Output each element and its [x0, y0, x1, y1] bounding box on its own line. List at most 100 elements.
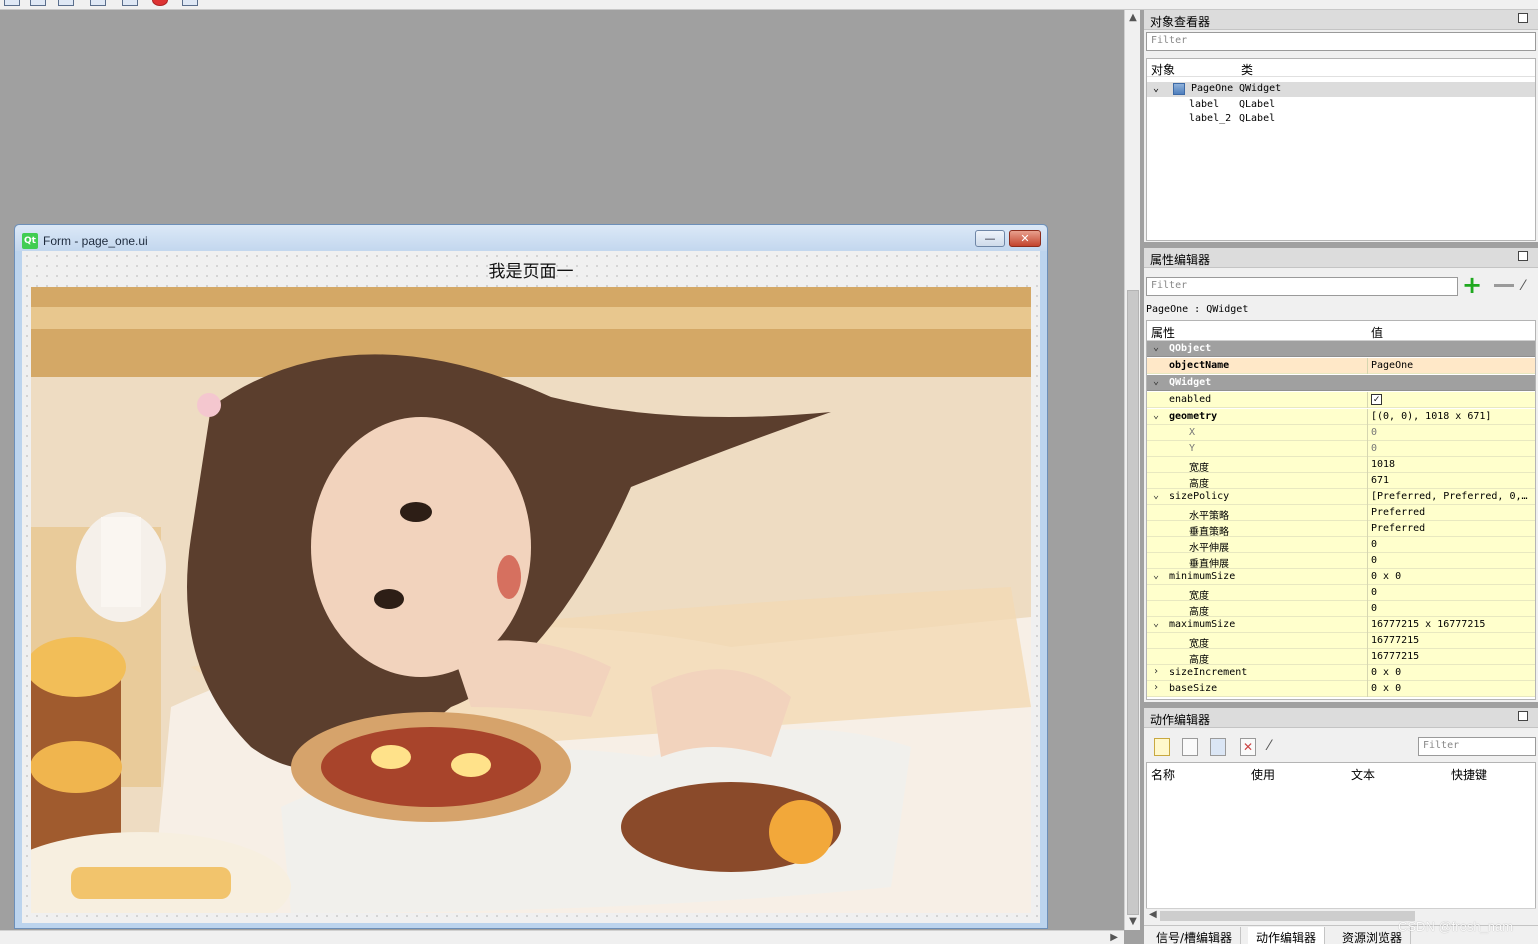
shortcut-column-header[interactable]: 快捷键: [1451, 766, 1487, 783]
property-row-hpolicy[interactable]: 水平策略 Preferred: [1147, 505, 1535, 522]
tab-signal-slot-editor[interactable]: 信号/槽编辑器: [1148, 927, 1242, 944]
widget-icon: [1173, 83, 1185, 95]
action-editor-title: 动作编辑器: [1150, 713, 1211, 727]
tree-row-label[interactable]: label QLabel: [1147, 98, 1535, 113]
scroll-down-icon[interactable]: ▼: [1125, 914, 1141, 930]
form-title: Form - page_one.ui: [43, 234, 148, 248]
property-table-header: 属性 值: [1147, 321, 1535, 341]
canvas-horizontal-scrollbar[interactable]: ▶: [0, 930, 1124, 944]
object-inspector-panel: 对象查看器 Filter 对象 类 ⌄ PageOne QWidget labe…: [1144, 10, 1538, 242]
configure-icon[interactable]: ⁄: [1522, 278, 1524, 294]
property-editor-panel: 属性编辑器 Filter + ⁄ PageOne : QWidget 属性 值 …: [1144, 248, 1538, 702]
adjust-size-icon[interactable]: [182, 0, 198, 6]
value-column-header[interactable]: 值: [1371, 324, 1383, 341]
property-group-qobject[interactable]: ⌄ QObject: [1147, 341, 1535, 357]
collapse-chevron-icon[interactable]: ⌄: [1153, 83, 1159, 94]
object-tree: 对象 类 ⌄ PageOne QWidget label QLabel labe…: [1146, 58, 1536, 241]
enabled-checkbox[interactable]: ✓: [1371, 394, 1382, 405]
collapse-chevron-icon[interactable]: ⌄: [1153, 618, 1159, 629]
scroll-right-icon[interactable]: ▶: [1110, 931, 1118, 944]
property-row-y[interactable]: Y 0: [1147, 441, 1535, 457]
tab-action-editor[interactable]: 动作编辑器: [1248, 927, 1326, 944]
new-form-icon[interactable]: [4, 0, 20, 6]
property-editor-header[interactable]: 属性编辑器: [1144, 248, 1538, 268]
break-layout-icon[interactable]: [152, 0, 168, 6]
object-column-header[interactable]: 对象: [1151, 61, 1175, 78]
scroll-up-icon[interactable]: ▲: [1125, 10, 1141, 26]
tree-object-name: label_2: [1189, 113, 1232, 124]
action-editor-panel: 动作编辑器 ✕ ⁄ Filter 名称 使用 文本 快捷键 ◀: [1144, 708, 1538, 944]
layout-icon[interactable]: [90, 0, 106, 6]
tree-row-label-2[interactable]: label_2 QLabel: [1147, 112, 1535, 127]
property-row-width[interactable]: 宽度 1018: [1147, 457, 1535, 474]
new-action-icon[interactable]: [1154, 738, 1170, 756]
float-panel-icon[interactable]: [1518, 13, 1528, 23]
form-window[interactable]: Qt Form - page_one.ui — ✕ 我是页面一: [14, 224, 1048, 929]
float-panel-icon[interactable]: [1518, 251, 1528, 261]
property-row-min-height[interactable]: 高度 0: [1147, 601, 1535, 618]
collapse-chevron-icon[interactable]: ⌄: [1153, 376, 1159, 387]
collapse-chevron-icon[interactable]: ⌄: [1153, 490, 1159, 501]
configure-icon[interactable]: ⁄: [1268, 738, 1284, 756]
minimize-button[interactable]: —: [975, 230, 1005, 247]
property-row-minimumsize[interactable]: ⌄ minimumSize 0 x 0: [1147, 569, 1535, 585]
scroll-thumb[interactable]: [1160, 911, 1415, 921]
property-row-geometry[interactable]: ⌄ geometry [(0, 0), 1018 x 671]: [1147, 409, 1535, 425]
photo-image: [31, 287, 1031, 913]
collapse-chevron-icon[interactable]: ⌄: [1153, 342, 1159, 353]
property-row-vstretch[interactable]: 垂直伸展 0: [1147, 553, 1535, 570]
expand-chevron-icon[interactable]: ›: [1153, 682, 1159, 693]
object-inspector-header[interactable]: 对象查看器: [1144, 10, 1538, 30]
photo-label[interactable]: [31, 287, 1031, 913]
property-row-sizepolicy[interactable]: ⌄ sizePolicy [Preferred, Preferred, 0,…: [1147, 489, 1535, 505]
property-row-maximumsize[interactable]: ⌄ maximumSize 16777215 x 16777215: [1147, 617, 1535, 633]
property-row-x[interactable]: X 0: [1147, 425, 1535, 441]
property-row-hstretch[interactable]: 水平伸展 0: [1147, 537, 1535, 554]
object-tree-header: 对象 类: [1147, 59, 1535, 77]
action-editor-header[interactable]: 动作编辑器: [1144, 708, 1538, 728]
property-row-enabled[interactable]: enabled ✓: [1147, 392, 1535, 408]
action-filter-input[interactable]: Filter: [1418, 737, 1536, 756]
property-filter-input[interactable]: Filter: [1146, 277, 1458, 296]
name-column-header[interactable]: 名称: [1151, 766, 1175, 783]
text-column-header[interactable]: 文本: [1351, 766, 1375, 783]
add-property-icon[interactable]: +: [1462, 273, 1482, 297]
heading-label[interactable]: 我是页面一: [22, 257, 1040, 282]
tree-class-name: QWidget: [1239, 83, 1282, 94]
collapse-chevron-icon[interactable]: ⌄: [1153, 410, 1159, 421]
property-row-min-width[interactable]: 宽度 0: [1147, 585, 1535, 602]
tree-row-pageone[interactable]: ⌄ PageOne QWidget: [1147, 82, 1535, 97]
float-panel-icon[interactable]: [1518, 711, 1528, 721]
property-group-qwidget[interactable]: ⌄ QWidget: [1147, 375, 1535, 391]
copy-action-icon[interactable]: [1182, 738, 1198, 756]
scroll-thumb[interactable]: [1127, 290, 1139, 915]
expand-chevron-icon[interactable]: ›: [1153, 666, 1159, 677]
property-row-max-height[interactable]: 高度 16777215: [1147, 649, 1535, 666]
property-row-basesize[interactable]: › baseSize 0 x 0: [1147, 681, 1535, 697]
scroll-left-icon[interactable]: ◀: [1149, 909, 1157, 920]
close-button[interactable]: ✕: [1009, 230, 1041, 247]
qt-logo-icon: Qt: [22, 233, 38, 249]
tree-class-name: QLabel: [1239, 113, 1276, 124]
remove-property-icon[interactable]: [1494, 284, 1514, 287]
form-body[interactable]: 我是页面一: [22, 251, 1040, 923]
property-column-header[interactable]: 属性: [1151, 324, 1175, 341]
form-titlebar[interactable]: Qt Form - page_one.ui — ✕: [15, 225, 1047, 251]
save-form-icon[interactable]: [58, 0, 74, 6]
grid-layout-icon[interactable]: [122, 0, 138, 6]
property-row-vpolicy[interactable]: 垂直策略 Preferred: [1147, 521, 1535, 538]
collapse-chevron-icon[interactable]: ⌄: [1153, 570, 1159, 581]
delete-action-icon[interactable]: ✕: [1240, 738, 1256, 756]
object-inspector-title: 对象查看器: [1150, 15, 1211, 29]
property-row-max-width[interactable]: 宽度 16777215: [1147, 633, 1535, 650]
property-row-height[interactable]: 高度 671: [1147, 473, 1535, 490]
property-row-objectname[interactable]: objectName PageOne: [1147, 358, 1535, 374]
object-filter-input[interactable]: Filter: [1146, 32, 1536, 51]
property-row-sizeincrement[interactable]: › sizeIncrement 0 x 0: [1147, 665, 1535, 681]
tree-object-name: label: [1189, 99, 1220, 110]
paste-action-icon[interactable]: [1210, 738, 1226, 756]
canvas-vertical-scrollbar[interactable]: ▲ ▼: [1124, 10, 1140, 930]
class-column-header[interactable]: 类: [1241, 61, 1253, 78]
used-column-header[interactable]: 使用: [1251, 766, 1275, 783]
open-form-icon[interactable]: [30, 0, 46, 6]
